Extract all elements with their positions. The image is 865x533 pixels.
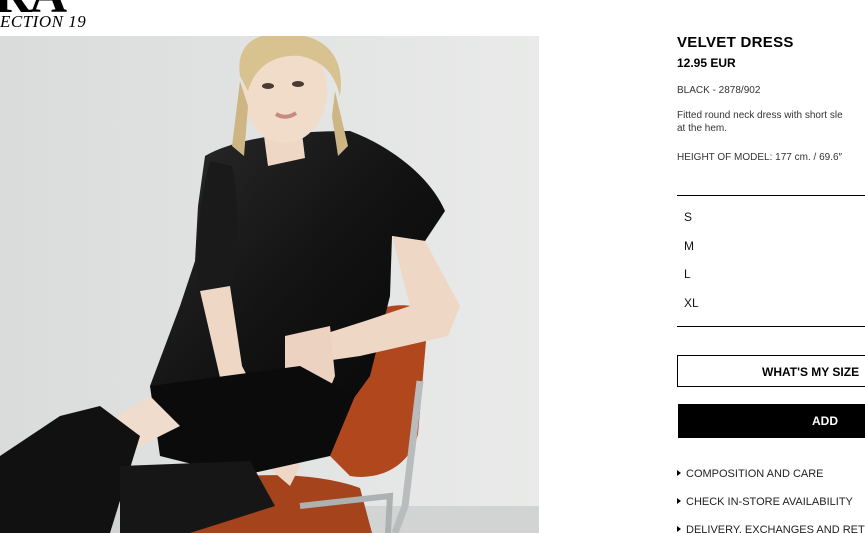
size-option-m[interactable]: M [684, 239, 694, 253]
product-details-panel: VELVET DRESS 12.95 EUR BLACK - 2878/902 … [677, 0, 865, 533]
composition-care-link[interactable]: COMPOSITION AND CARE [677, 468, 824, 480]
product-photo [0, 36, 539, 533]
size-guide-button[interactable]: WHAT'S MY SIZE [677, 355, 865, 387]
add-label: ADD [812, 414, 838, 428]
collection-label: ECTION 19 [0, 12, 87, 31]
description-line: at the hem. [677, 123, 728, 134]
caret-right-icon [677, 498, 681, 504]
product-price: 12.95 EUR [677, 56, 736, 70]
link-label: CHECK IN-STORE AVAILABILITY [686, 496, 853, 508]
delivery-returns-link[interactable]: DELIVERY, EXCHANGES AND RETU [677, 524, 865, 533]
description-line: Fitted round neck dress with short sle [677, 110, 843, 121]
add-to-cart-button[interactable]: ADD [678, 404, 865, 438]
link-label: DELIVERY, EXCHANGES AND RETU [686, 524, 865, 533]
product-title: VELVET DRESS [677, 34, 794, 51]
caret-right-icon [677, 526, 681, 532]
size-option-xl[interactable]: XL [684, 296, 699, 310]
size-option-l[interactable]: L [684, 267, 691, 281]
size-guide-label: WHAT'S MY SIZE [762, 365, 860, 379]
caret-right-icon [677, 470, 681, 476]
model-height: HEIGHT OF MODEL: 177 cm. / 69.6″ [677, 152, 843, 163]
size-option-s[interactable]: S [684, 210, 692, 224]
store-availability-link[interactable]: CHECK IN-STORE AVAILABILITY [677, 496, 853, 508]
size-selector: S M L XL [677, 195, 865, 327]
product-description: Fitted round neck dress with short sle a… [677, 109, 865, 135]
color-reference: BLACK - 2878/902 [677, 85, 761, 96]
link-label: COMPOSITION AND CARE [686, 468, 824, 480]
